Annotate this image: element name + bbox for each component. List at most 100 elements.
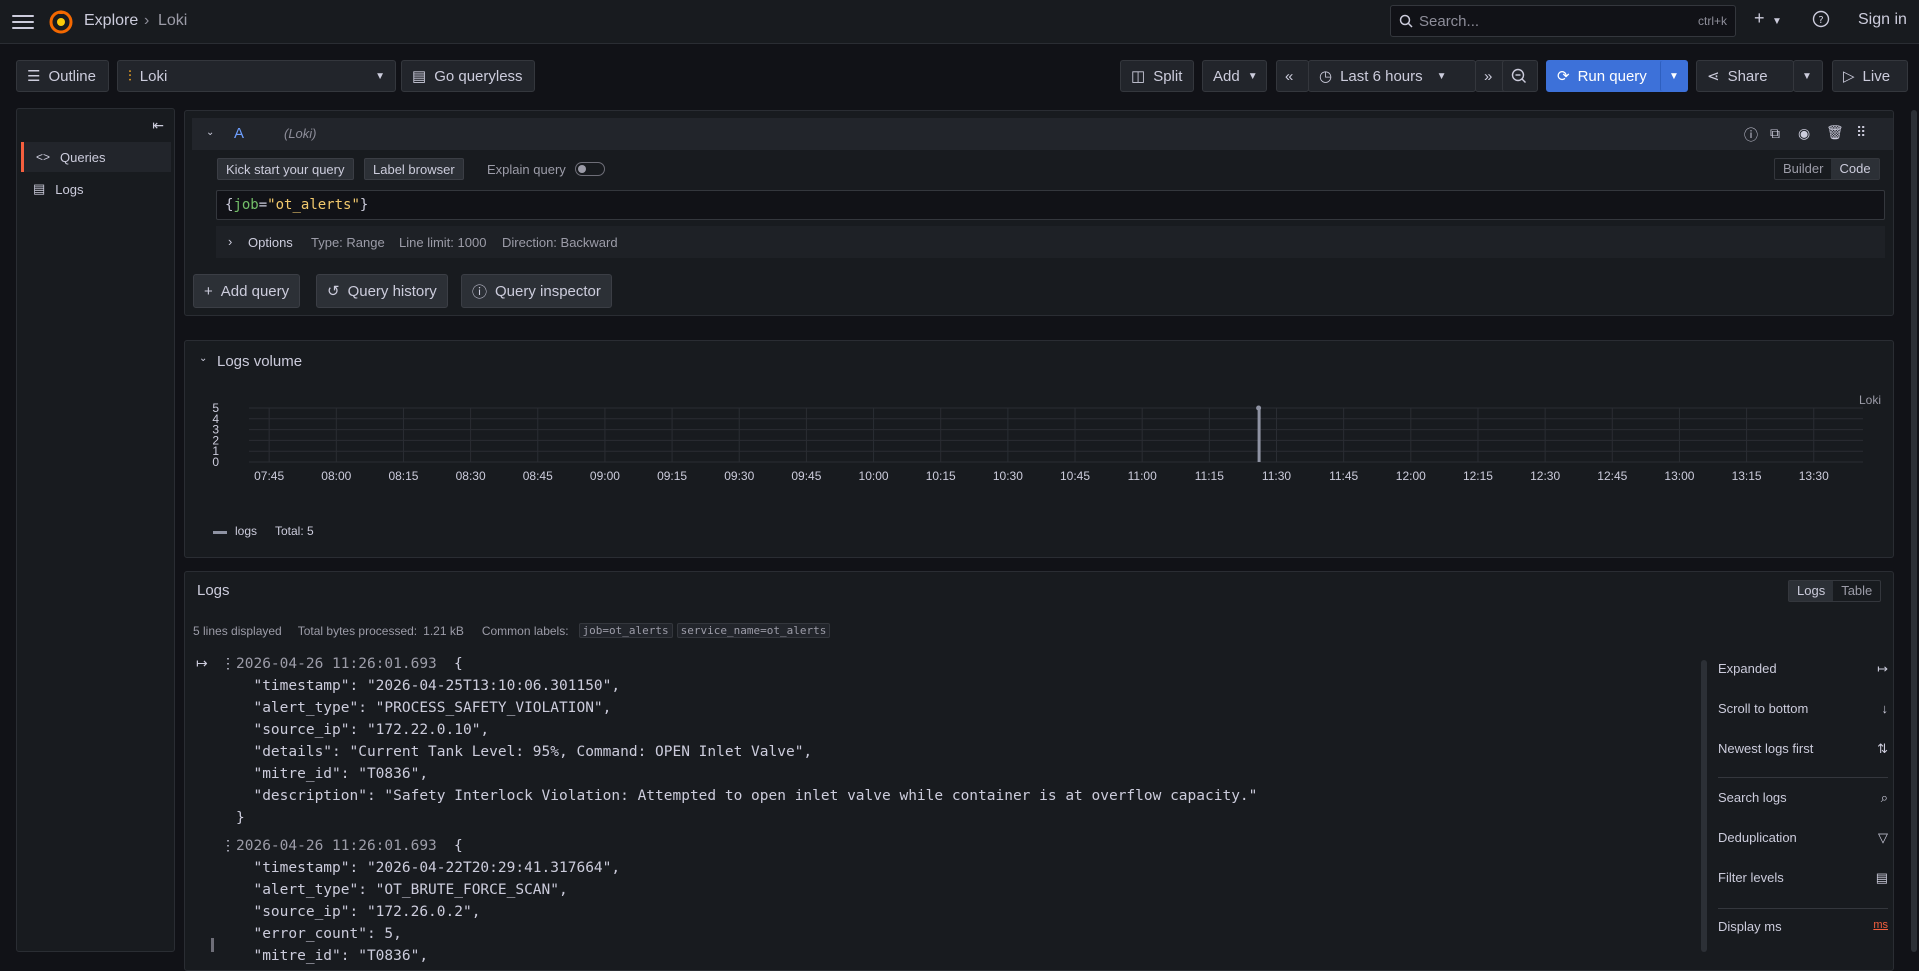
log-timestamp[interactable]: 2026-04-26 11:26:01.693 bbox=[236, 838, 437, 854]
x-tick-label: 12:45 bbox=[1597, 469, 1627, 483]
logs-meta-row: 5 lines displayed Total bytes processed:… bbox=[193, 623, 831, 638]
option-search-logs[interactable]: Search logs ⌕ bbox=[1718, 790, 1888, 805]
drag-handle-icon[interactable]: ⠿ bbox=[1856, 124, 1866, 141]
breadcrumb-explore[interactable]: Explore bbox=[84, 12, 138, 30]
table-view-button[interactable]: Table bbox=[1833, 581, 1880, 601]
share-options-button[interactable]: ▼ bbox=[1793, 60, 1823, 92]
builder-mode-button[interactable]: Builder bbox=[1775, 159, 1831, 179]
editor-mode-toggle: Builder Code bbox=[1774, 158, 1880, 180]
chevron-down-icon: ▼ bbox=[1669, 70, 1679, 82]
chevron-down-icon[interactable]: ⌄ bbox=[206, 127, 214, 138]
run-query-label: Run query bbox=[1577, 67, 1647, 85]
datasource-picker[interactable]: ⫶ Loki ▼ bbox=[117, 60, 396, 92]
sidebar-item-logs[interactable]: ▤ Logs bbox=[21, 174, 171, 204]
log-brace-open: { bbox=[454, 656, 463, 672]
x-tick-label: 09:00 bbox=[590, 469, 620, 483]
x-tick-label: 07:45 bbox=[254, 469, 284, 483]
logs-view-button[interactable]: Logs bbox=[1789, 581, 1834, 601]
query-history-button[interactable]: ↺ Query history bbox=[316, 274, 448, 308]
outline-label: Outline bbox=[48, 67, 96, 85]
collapse-sidebar-icon[interactable]: ⇤ bbox=[152, 117, 164, 134]
option-label: Display ms bbox=[1718, 919, 1782, 934]
chevron-down-icon: ▼ bbox=[1247, 70, 1258, 82]
options-label: Options bbox=[248, 235, 293, 250]
log-line: "description": "Safety Interlock Violati… bbox=[236, 788, 1258, 804]
query-code-editor[interactable]: {job="ot_alerts"} bbox=[216, 190, 1885, 220]
logs-volume-chart[interactable]: 54321007:45 08:00 08:15 08:30 08:45 09:00 09:1… bbox=[185, 396, 1895, 526]
share-button[interactable]: ⋖ Share bbox=[1696, 60, 1794, 92]
log-line: "timestamp": "2026-04-25T13:10:06.301150… bbox=[236, 678, 621, 694]
chevron-down-icon: ▼ bbox=[375, 70, 385, 82]
history-icon: ↺ bbox=[327, 283, 340, 300]
trash-icon[interactable]: 🗑 bbox=[1826, 124, 1844, 141]
label-browser-button[interactable]: Label browser bbox=[364, 158, 464, 180]
split-label: Split bbox=[1153, 67, 1183, 85]
list-icon: ☰ bbox=[27, 68, 41, 85]
search-shortcut: ctrl+k bbox=[1697, 14, 1727, 28]
log-timestamp[interactable]: 2026-04-26 11:26:01.693 bbox=[236, 656, 437, 672]
add-query-label: Add query bbox=[220, 282, 290, 300]
time-back-button[interactable]: « bbox=[1276, 60, 1309, 92]
time-range-picker[interactable]: ◷ Last 6 hours ▼ bbox=[1308, 60, 1476, 92]
x-tick-label: 11:30 bbox=[1262, 469, 1291, 483]
query-options-row[interactable]: › Options Type: Range Line limit: 1000 D… bbox=[216, 226, 1885, 258]
explain-query-toggle[interactable] bbox=[575, 162, 605, 176]
chevron-down-icon[interactable]: ▼ bbox=[1772, 16, 1782, 27]
loki-logo-icon: ⫶ bbox=[128, 67, 132, 85]
help-icon[interactable]: ⓘ bbox=[1744, 125, 1758, 145]
log-menu-icon[interactable]: ⋮ bbox=[221, 655, 235, 672]
y-tick-label: 0 bbox=[212, 455, 219, 469]
option-scroll-to-bottom[interactable]: Scroll to bottom ↓ bbox=[1718, 701, 1888, 716]
page-scrollbar[interactable] bbox=[1911, 110, 1917, 952]
x-tick-label: 08:45 bbox=[523, 469, 553, 483]
run-query-button[interactable]: ⟳ Run query bbox=[1546, 60, 1665, 92]
live-button[interactable]: ▷ Live bbox=[1832, 60, 1908, 92]
options-type: Type: Range bbox=[311, 235, 385, 250]
legend-series-name[interactable]: logs bbox=[235, 524, 257, 538]
chevron-down-icon[interactable]: ⌄ bbox=[199, 353, 207, 364]
help-icon[interactable]: ? bbox=[1812, 10, 1830, 33]
volume-bar[interactable] bbox=[1257, 408, 1261, 462]
logs-volume-title[interactable]: Logs volume bbox=[217, 353, 302, 370]
zoom-out-button[interactable] bbox=[1502, 60, 1538, 92]
add-button[interactable]: Add ▼ bbox=[1202, 60, 1267, 92]
expand-log-icon[interactable]: ↦ bbox=[196, 655, 208, 672]
split-button[interactable]: ◫ Split bbox=[1120, 60, 1194, 92]
kick-start-button[interactable]: Kick start your query bbox=[217, 158, 354, 180]
expr-label-key: job bbox=[233, 197, 259, 213]
eye-icon[interactable]: ◉ bbox=[1798, 125, 1810, 142]
time-range-label: Last 6 hours bbox=[1340, 67, 1423, 85]
grafana-logo-icon[interactable] bbox=[48, 9, 74, 35]
volume-point[interactable] bbox=[1256, 405, 1262, 411]
logs-scrollbar[interactable] bbox=[1701, 660, 1707, 952]
sidebar-item-queries[interactable]: <> Queries bbox=[21, 142, 171, 172]
zoom-out-icon bbox=[1511, 68, 1526, 83]
option-display-ms[interactable]: Display ms ms bbox=[1718, 919, 1888, 934]
x-tick-label: 09:15 bbox=[657, 469, 687, 483]
run-query-options-button[interactable]: ▼ bbox=[1660, 60, 1688, 92]
log-menu-icon[interactable]: ⋮ bbox=[221, 837, 235, 854]
code-mode-button[interactable]: Code bbox=[1831, 159, 1879, 179]
option-newest-first[interactable]: Newest logs first ⇅ bbox=[1718, 741, 1888, 756]
ms-icon: ms bbox=[1873, 919, 1888, 931]
menu-icon[interactable] bbox=[12, 12, 34, 32]
option-deduplication[interactable]: Deduplication ▽ bbox=[1718, 830, 1888, 845]
search-placeholder: Search... bbox=[1419, 13, 1480, 30]
query-ref-id[interactable]: A bbox=[234, 125, 244, 142]
explain-query-label: Explain query bbox=[487, 162, 566, 177]
chevron-down-icon: ▼ bbox=[1436, 70, 1447, 82]
breadcrumb-loki: Loki bbox=[158, 12, 188, 29]
query-inspector-button[interactable]: ⓘ Query inspector bbox=[461, 274, 612, 308]
search-input[interactable]: Search... ctrl+k bbox=[1390, 5, 1736, 37]
outline-button[interactable]: ☰ Outline bbox=[16, 60, 109, 92]
option-expanded[interactable]: Expanded ↦ bbox=[1718, 661, 1888, 676]
sign-in-link[interactable]: Sign in bbox=[1858, 11, 1907, 29]
go-queryless-button[interactable]: ▤ Go queryless bbox=[401, 60, 535, 92]
common-label-badge: job=ot_alerts bbox=[578, 623, 673, 638]
angle-double-left-icon: « bbox=[1285, 67, 1294, 85]
option-filter-levels[interactable]: Filter levels ▤ bbox=[1718, 870, 1888, 885]
plus-icon[interactable]: + bbox=[1754, 8, 1765, 29]
add-query-button[interactable]: + Add query bbox=[193, 274, 301, 308]
copy-icon[interactable]: ⧉ bbox=[1770, 125, 1780, 142]
option-label: Deduplication bbox=[1718, 830, 1797, 845]
